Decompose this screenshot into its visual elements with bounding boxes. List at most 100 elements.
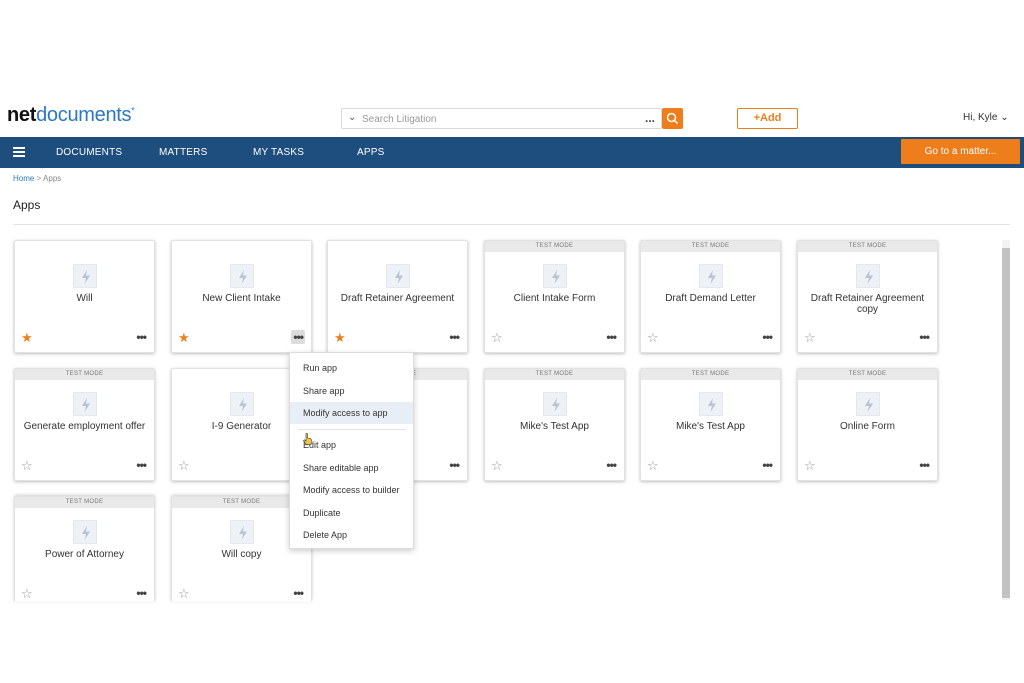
app-card-title: Client Intake Form: [513, 293, 596, 304]
favorite-star-icon[interactable]: ☆: [647, 331, 659, 344]
card-more-button[interactable]: •••: [136, 459, 147, 471]
favorite-star-icon[interactable]: ☆: [178, 587, 190, 600]
app-card[interactable]: TEST MODE Draft Retainer Agreement copy ☆ •…: [797, 240, 938, 353]
app-card-title: Mike's Test App: [520, 421, 589, 432]
lightning-icon: [699, 392, 723, 416]
app-card-title: Online Form: [839, 421, 895, 432]
app-card[interactable]: TEST MODE Power of Attorney ☆ •••: [14, 496, 155, 602]
nav-matters[interactable]: MATTERS: [159, 147, 207, 158]
app-card[interactable]: TEST MODE Online Form ☆ •••: [797, 368, 938, 481]
favorite-star-icon[interactable]: ☆: [21, 587, 33, 600]
test-mode-badge: TEST MODE: [798, 241, 937, 252]
card-more-button[interactable]: •••: [136, 331, 147, 343]
scrollbar-thumb[interactable]: [1002, 248, 1010, 598]
menu-divider: [298, 429, 406, 430]
test-mode-badge: TEST MODE: [641, 369, 780, 380]
card-more-button[interactable]: •••: [762, 331, 773, 343]
menu-item-modify-access-app[interactable]: Modify access to app: [290, 402, 413, 424]
test-mode-badge: TEST MODE: [641, 241, 780, 252]
app-card-title: Power of Attorney: [45, 549, 124, 560]
hamburger-icon[interactable]: [13, 147, 25, 157]
netdocuments-logo[interactable]: netdocuments*: [7, 104, 135, 127]
lightning-icon: [73, 392, 97, 416]
app-card-title: Will copy: [221, 549, 262, 560]
hand-cursor-icon: [303, 433, 312, 445]
app-card[interactable]: Will ★ •••: [14, 240, 155, 353]
card-more-button[interactable]: •••: [606, 459, 617, 471]
app-card[interactable]: New Client Intake ★ •••: [171, 240, 312, 353]
menu-item-delete-app[interactable]: Delete App: [290, 524, 413, 546]
user-menu[interactable]: Hi, Kyle ⌄: [963, 112, 1009, 123]
card-more-button[interactable]: •••: [606, 331, 617, 343]
app-card-title: Draft Retainer Agreement copy: [810, 293, 925, 315]
app-card[interactable]: TEST MODE Generate employment offer ☆ •••: [14, 368, 155, 481]
main-navbar: DOCUMENTS MATTERS MY TASKS APPS: [0, 137, 1024, 168]
menu-item-modify-access-builder[interactable]: Modify access to builder: [290, 479, 413, 501]
page-title: Apps: [13, 198, 41, 212]
app-card-title: New Client Intake: [202, 293, 281, 304]
favorite-star-icon[interactable]: ☆: [21, 459, 33, 472]
favorite-star-icon[interactable]: ☆: [647, 459, 659, 472]
favorite-star-icon[interactable]: ★: [334, 331, 346, 344]
test-mode-badge: TEST MODE: [485, 241, 624, 252]
card-more-button[interactable]: •••: [136, 587, 147, 599]
lightning-icon: [856, 264, 880, 288]
card-more-button[interactable]: •••: [919, 459, 930, 471]
app-card[interactable]: TEST MODE Draft Demand Letter ☆ •••: [640, 240, 781, 353]
breadcrumb-current: Apps: [43, 174, 62, 183]
lightning-icon: [230, 520, 254, 544]
search-options-button[interactable]: ...: [645, 111, 655, 125]
lightning-icon: [543, 264, 567, 288]
favorite-star-icon[interactable]: ★: [178, 331, 190, 344]
lightning-icon: [699, 264, 723, 288]
app-card[interactable]: Draft Retainer Agreement ★ •••: [327, 240, 468, 353]
favorite-star-icon[interactable]: ☆: [491, 459, 503, 472]
search-bar: ⌄ ...: [341, 108, 662, 129]
favorite-star-icon[interactable]: ☆: [804, 459, 816, 472]
menu-item-run-app[interactable]: Run app: [290, 357, 413, 379]
app-card[interactable]: TEST MODE Client Intake Form ☆ •••: [484, 240, 625, 353]
lightning-icon: [386, 264, 410, 288]
lightning-icon: [230, 264, 254, 288]
lightning-icon: [856, 392, 880, 416]
test-mode-badge: TEST MODE: [15, 497, 154, 508]
nav-documents[interactable]: DOCUMENTS: [56, 147, 122, 158]
app-card[interactable]: TEST MODE Mike's Test App ☆ •••: [484, 368, 625, 481]
menu-item-duplicate[interactable]: Duplicate: [290, 502, 413, 524]
user-greeting: Hi, Kyle: [963, 112, 998, 123]
search-scope-chevron-icon[interactable]: ⌄: [348, 112, 356, 123]
lightning-icon: [543, 392, 567, 416]
app-card-title: Draft Demand Letter: [665, 293, 756, 304]
card-more-button[interactable]: •••: [919, 331, 930, 343]
test-mode-badge: TEST MODE: [798, 369, 937, 380]
card-more-button[interactable]: •••: [762, 459, 773, 471]
app-card-title: Mike's Test App: [676, 421, 745, 432]
app-card-title: I-9 Generator: [211, 421, 272, 432]
breadcrumb: Home > Apps: [13, 174, 62, 183]
menu-item-share-editable-app[interactable]: Share editable app: [290, 457, 413, 479]
favorite-star-icon[interactable]: ☆: [804, 331, 816, 344]
add-button[interactable]: +Add: [737, 108, 798, 129]
app-card-title: Will: [76, 293, 93, 304]
nav-my-tasks[interactable]: MY TASKS: [253, 147, 304, 158]
favorite-star-icon[interactable]: ☆: [491, 331, 503, 344]
lightning-icon: [73, 264, 97, 288]
menu-item-share-app[interactable]: Share app: [290, 380, 413, 402]
breadcrumb-home-link[interactable]: Home: [13, 174, 34, 183]
app-card-title: Draft Retainer Agreement: [340, 293, 455, 304]
divider: [13, 224, 1010, 225]
card-more-button[interactable]: •••: [449, 459, 460, 471]
card-more-button[interactable]: •••: [293, 587, 304, 599]
card-more-button[interactable]: •••: [291, 330, 305, 344]
search-icon: [666, 112, 679, 125]
search-button[interactable]: [662, 108, 683, 129]
favorite-star-icon[interactable]: ★: [21, 331, 33, 344]
favorite-star-icon[interactable]: ☆: [178, 459, 190, 472]
search-input[interactable]: [360, 111, 634, 128]
app-card[interactable]: TEST MODE Mike's Test App ☆ •••: [640, 368, 781, 481]
app-context-menu: Run app Share app Modify access to app E…: [289, 352, 414, 549]
go-to-matter-button[interactable]: Go to a matter...: [901, 139, 1020, 164]
nav-apps[interactable]: APPS: [357, 147, 384, 158]
lightning-icon: [230, 392, 254, 416]
card-more-button[interactable]: •••: [449, 331, 460, 343]
